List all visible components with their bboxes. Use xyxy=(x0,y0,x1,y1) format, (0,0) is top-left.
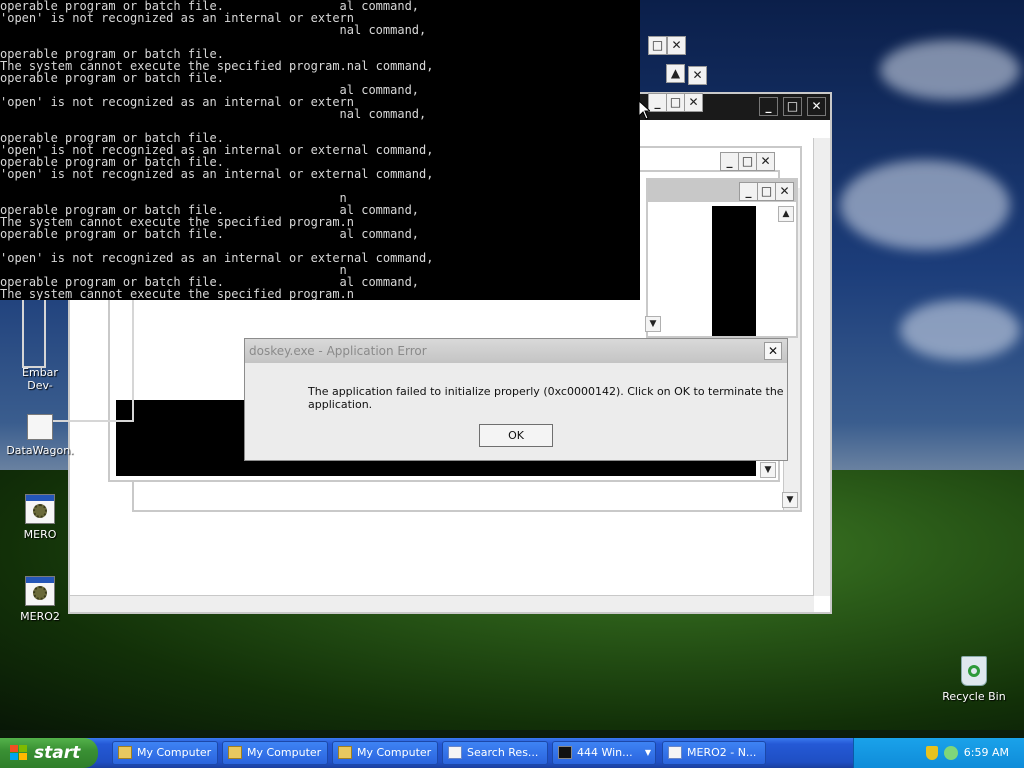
close-button[interactable]: ✕ xyxy=(756,152,775,171)
cmd-icon xyxy=(558,746,572,759)
taskbar-item-my-computer-2[interactable]: My Computer xyxy=(222,741,328,765)
mero2-icon-image xyxy=(25,576,55,606)
cloud xyxy=(880,40,1020,100)
console-line: nal command, xyxy=(0,23,427,37)
ghost-window-controls[interactable]: _ □ ✕ xyxy=(646,90,708,114)
maximize-button[interactable]: □ xyxy=(757,182,776,201)
start-button[interactable]: start xyxy=(0,738,98,768)
close-button[interactable]: ✕ xyxy=(775,182,794,201)
taskbar-item-mero2[interactable]: MERO2 - N... xyxy=(662,741,766,765)
taskbar-item-my-computer-1[interactable]: My Computer xyxy=(112,741,218,765)
taskbar-item-label: My Computer xyxy=(357,746,432,759)
maximize-button[interactable]: □ xyxy=(666,93,685,112)
datawagon-icon-image xyxy=(27,414,53,440)
ghost-window-edge xyxy=(42,296,134,422)
datawagon-label: DataWagon. xyxy=(6,444,74,457)
recycle-bin-image xyxy=(961,656,987,686)
maximize-button[interactable]: □ xyxy=(648,36,667,55)
folder-icon xyxy=(118,746,132,759)
ghost-window-controls[interactable]: □ ✕ xyxy=(646,34,688,56)
ghost-window-controls[interactable]: ▲ ✕ xyxy=(646,62,710,85)
security-shield-icon[interactable] xyxy=(926,746,938,760)
taskbar-item-label: Search Res... xyxy=(467,746,539,759)
console-line: 'open' is not recognized as an internal … xyxy=(0,167,434,181)
mouse-cursor-icon xyxy=(638,100,650,120)
cloud xyxy=(840,160,1010,250)
chevron-down-icon: ▼ xyxy=(644,748,651,757)
mero2-label: MERO2 xyxy=(20,610,60,623)
scroll-up-arrow[interactable]: ▲ xyxy=(666,64,685,83)
dialog-close-button[interactable]: ✕ xyxy=(764,342,782,360)
console-output[interactable]: operable program or batch file. al comma… xyxy=(0,0,640,300)
close-button[interactable]: ✕ xyxy=(667,36,686,55)
notepad-icon xyxy=(668,746,682,759)
minimize-button[interactable]: _ xyxy=(739,182,758,201)
mero-icon[interactable]: MERO xyxy=(0,494,80,541)
datawagon-icon[interactable]: DataWagon. xyxy=(0,414,80,457)
maximize-button[interactable]: □ xyxy=(783,97,802,116)
close-button[interactable]: ✕ xyxy=(688,66,707,85)
embar-label-2: Dev- xyxy=(27,379,53,392)
network-icon[interactable] xyxy=(944,746,958,760)
taskbar-item-label: My Computer xyxy=(247,746,322,759)
taskbar-item-my-computer-3[interactable]: My Computer xyxy=(332,741,438,765)
minimize-button[interactable]: _ xyxy=(720,152,739,171)
scroll-down-arrow[interactable]: ▼ xyxy=(760,462,776,478)
console-line: nal command, xyxy=(0,107,427,121)
taskbar: start My Computer My Computer My Compute… xyxy=(0,738,1024,768)
recycle-bin-label: Recycle Bin xyxy=(942,690,1006,703)
scroll-down-arrow[interactable]: ▼ xyxy=(782,492,798,508)
taskbar-item-label: 444 Win... xyxy=(577,746,633,759)
clock[interactable]: 6:59 AM xyxy=(964,738,1009,768)
taskbar-item-label: MERO2 - N... xyxy=(687,746,757,759)
close-button[interactable]: ✕ xyxy=(684,93,703,112)
taskbar-item-search-results[interactable]: Search Res... xyxy=(442,741,548,765)
minimize-button[interactable]: _ xyxy=(759,97,778,116)
taskbar-item-label: My Computer xyxy=(137,746,212,759)
mero-label: MERO xyxy=(23,528,57,541)
vertical-scrollbar[interactable] xyxy=(813,138,830,596)
minimize-button[interactable]: _ xyxy=(648,93,667,112)
ghost-window[interactable]: _ □ ✕ xyxy=(646,148,778,182)
ghost-window[interactable]: _ □ ✕ ▲ xyxy=(646,178,798,338)
application-error-dialog[interactable]: doskey.exe - Application Error ✕ The app… xyxy=(244,338,788,461)
windows-flag-icon xyxy=(10,745,27,760)
mero2-icon[interactable]: MERO2 xyxy=(0,576,80,623)
folder-icon xyxy=(228,746,242,759)
cloud xyxy=(900,300,1020,360)
scroll-down-arrow[interactable]: ▼ xyxy=(645,316,661,332)
dialog-message: The application failed to initialize pro… xyxy=(308,385,784,411)
embar-label-1: Embar xyxy=(22,366,58,379)
start-label: start xyxy=(34,743,81,763)
horizontal-scrollbar[interactable] xyxy=(70,595,814,612)
close-button[interactable]: ✕ xyxy=(807,97,826,116)
mero-icon-image xyxy=(25,494,55,524)
console-fragment xyxy=(712,206,756,336)
search-results-icon xyxy=(448,746,462,759)
dialog-title[interactable]: doskey.exe - Application Error xyxy=(245,339,787,363)
taskbar-item-cmd[interactable]: 444 Win... ▼ xyxy=(552,741,656,765)
maximize-button[interactable]: □ xyxy=(738,152,757,171)
system-tray: 6:59 AM xyxy=(853,738,1024,768)
ok-button[interactable]: OK xyxy=(479,424,553,447)
scroll-up-arrow[interactable]: ▲ xyxy=(778,206,794,222)
console-line: operable program or batch file. al comma… xyxy=(0,227,420,241)
embar-icon[interactable]: Embar Dev- xyxy=(0,366,80,392)
recycle-bin-icon[interactable]: Recycle Bin xyxy=(934,656,1014,703)
folder-icon xyxy=(338,746,352,759)
